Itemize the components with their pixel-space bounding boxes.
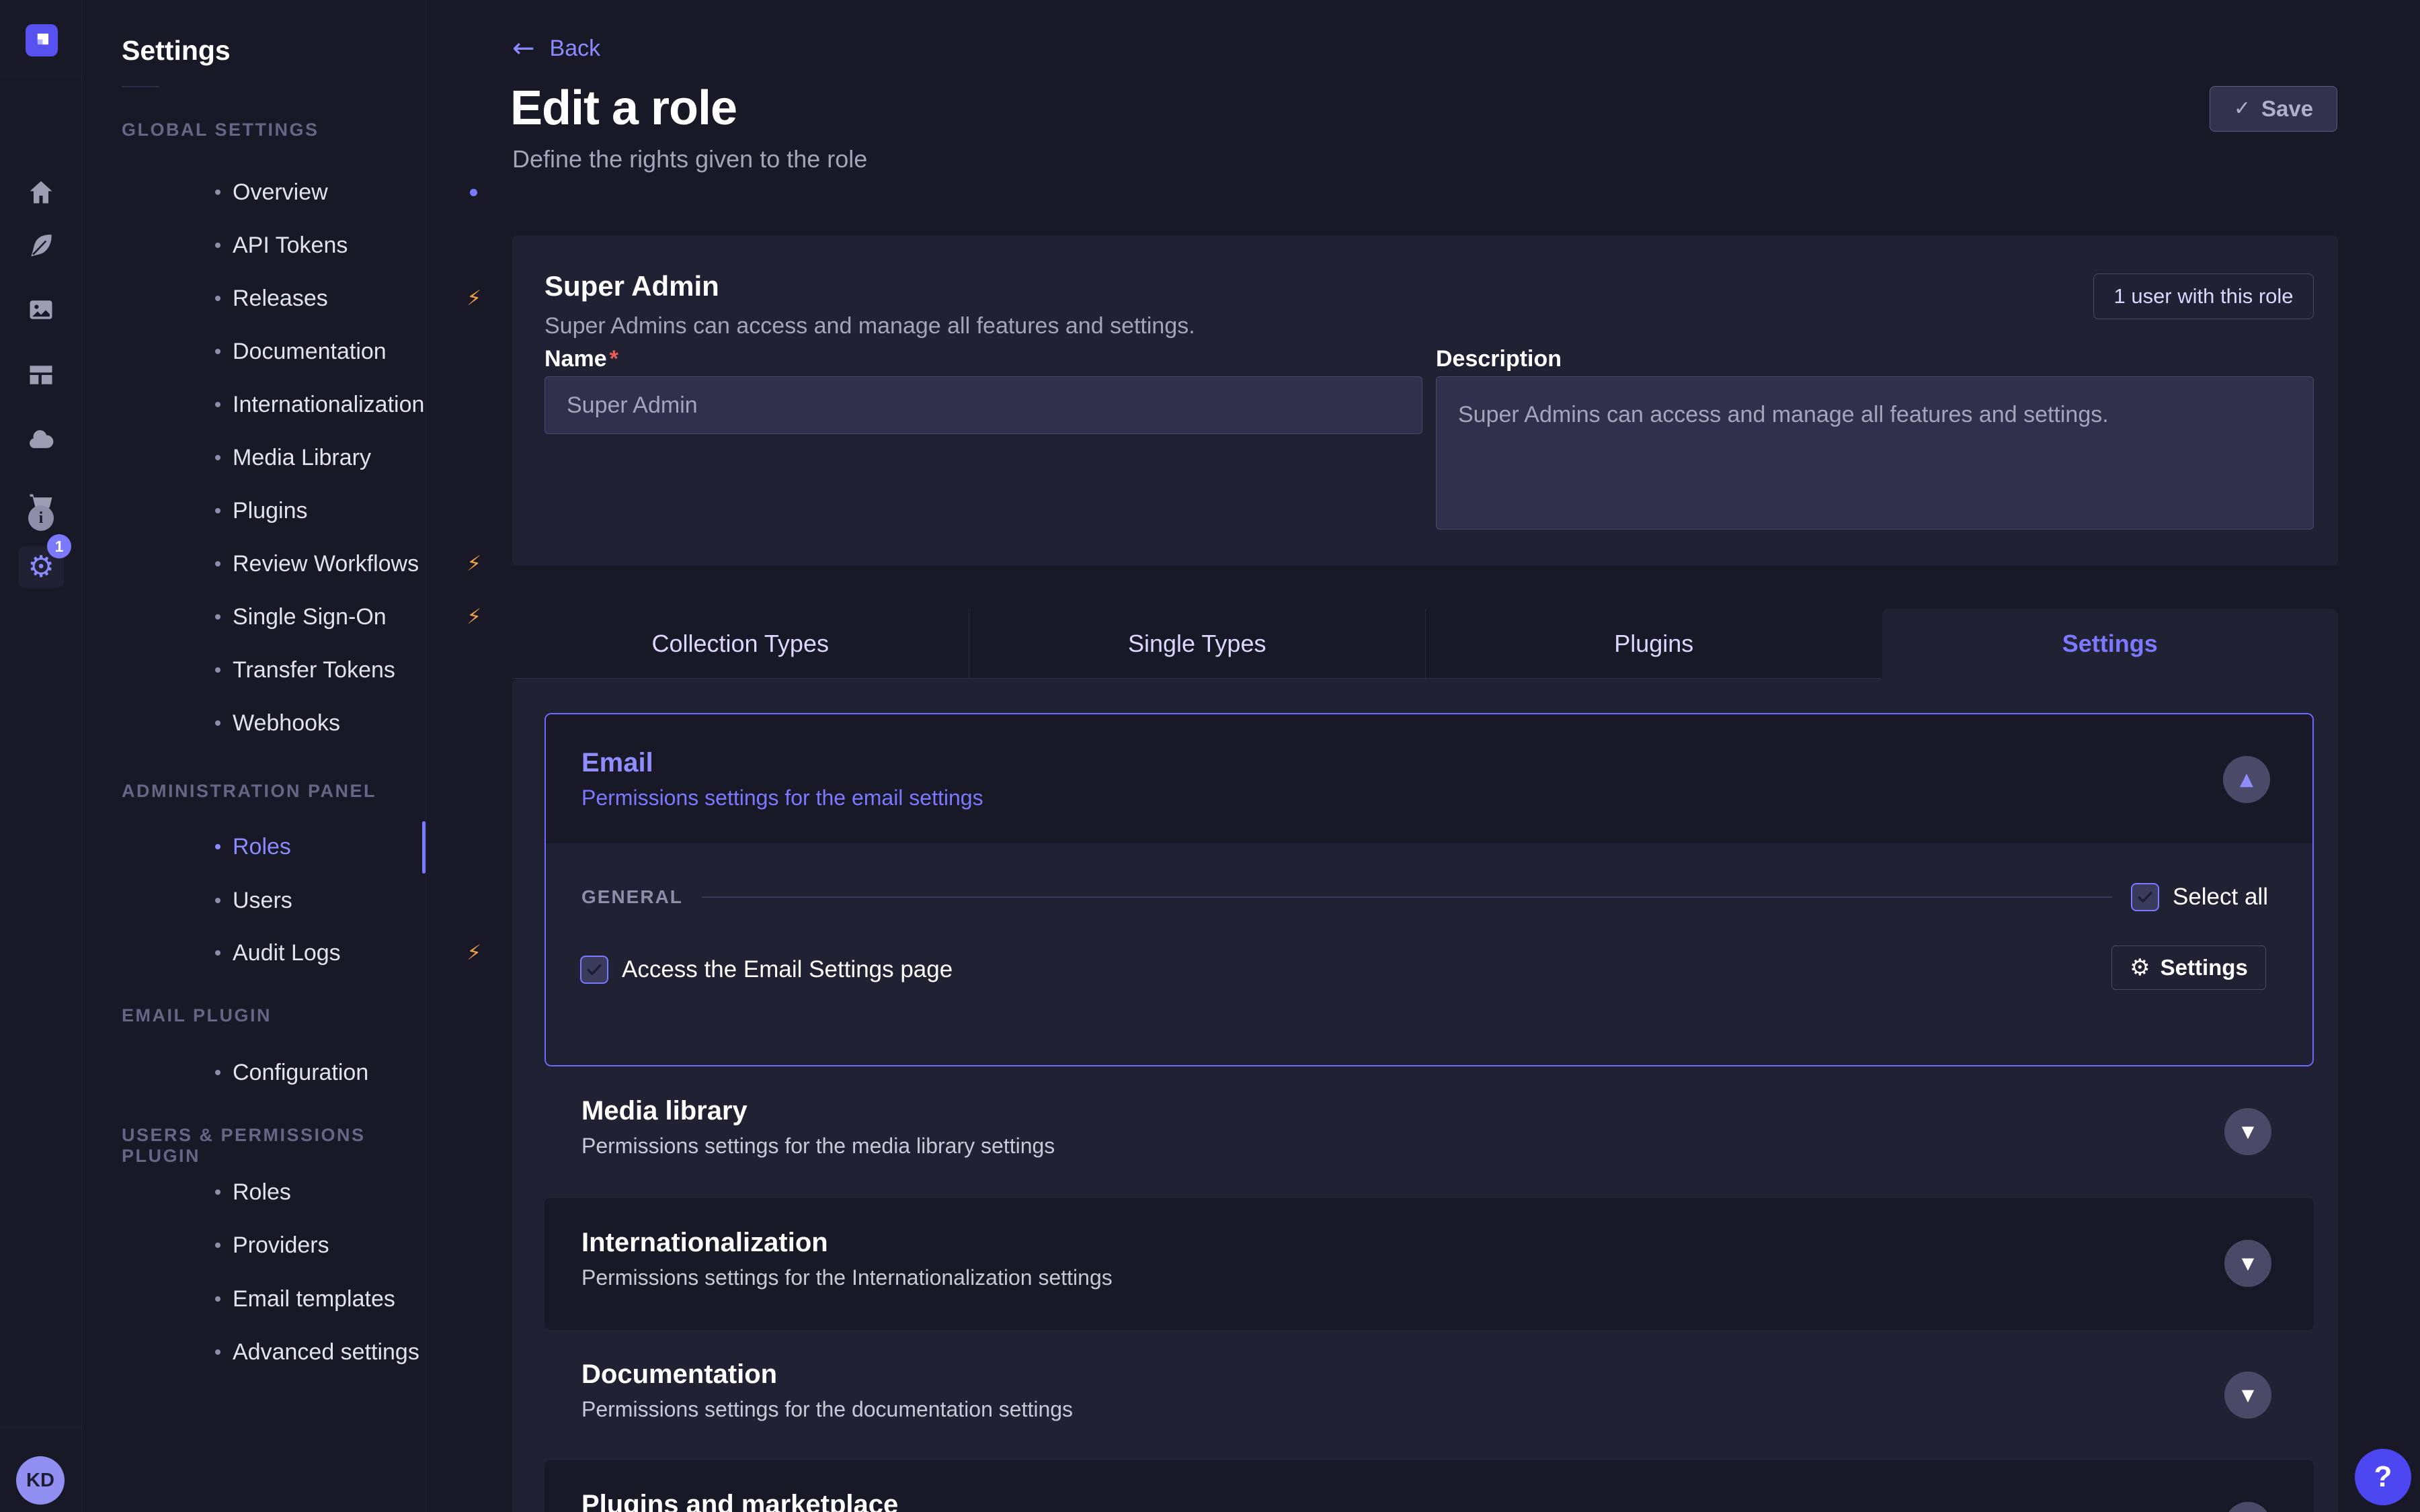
description-textarea[interactable]: Super Admins can access and manage all f… bbox=[1436, 376, 2314, 530]
bullet-icon bbox=[215, 1243, 220, 1248]
accordion-internationalization[interactable]: Internationalization Permissions setting… bbox=[544, 1198, 2314, 1330]
bullet-icon bbox=[215, 898, 220, 903]
divider bbox=[122, 86, 159, 87]
accordion-email-header[interactable]: Email Permissions settings for the email… bbox=[546, 714, 2312, 843]
info-glyph: i bbox=[28, 505, 54, 531]
accordion-documentation[interactable]: Documentation Permissions settings for t… bbox=[544, 1330, 2314, 1462]
expand-button[interactable]: ▼ bbox=[2224, 1240, 2271, 1287]
users-with-role-button[interactable]: 1 user with this role bbox=[2093, 274, 2314, 319]
name-input[interactable] bbox=[544, 376, 1422, 434]
chevron-down-icon: ▼ bbox=[2242, 1255, 2254, 1271]
content-feather-icon[interactable] bbox=[0, 229, 82, 261]
gear-icon: ⚙ bbox=[28, 552, 54, 582]
bullet-icon bbox=[215, 1070, 220, 1075]
page-title: Edit a role bbox=[510, 81, 737, 136]
media-library-icon[interactable] bbox=[0, 294, 82, 326]
question-mark-icon: ? bbox=[2374, 1460, 2392, 1494]
permissions-tabs: Collection Types Single Types Plugins Se… bbox=[512, 609, 2338, 679]
bullet-icon bbox=[215, 190, 220, 195]
divider bbox=[0, 76, 82, 77]
icon-rail: i ⚙ 1 KD bbox=[0, 0, 82, 1512]
required-marker: * bbox=[610, 346, 618, 372]
bullet-icon bbox=[215, 296, 220, 301]
gear-icon: ⚙ bbox=[2130, 956, 2150, 979]
settings-notification-badge: 1 bbox=[47, 534, 71, 558]
bullet-icon bbox=[215, 508, 220, 513]
layout-icon[interactable] bbox=[0, 359, 82, 391]
bullet-icon bbox=[215, 1349, 220, 1355]
permission-row: Access the Email Settings page bbox=[580, 954, 953, 986]
bullet-icon bbox=[215, 561, 220, 566]
email-settings-button[interactable]: ⚙ Settings bbox=[2111, 946, 2266, 990]
tab-plugins[interactable]: Plugins bbox=[1425, 609, 1882, 679]
active-item-indicator bbox=[422, 821, 426, 874]
save-button[interactable]: ✓ Save bbox=[2210, 86, 2337, 132]
info-icon[interactable]: i bbox=[0, 502, 82, 534]
bullet-icon bbox=[215, 844, 220, 849]
role-card: Super Admin Super Admins can access and … bbox=[512, 235, 2338, 566]
section-heading-users-permissions-plugin: USERS & PERMISSIONS PLUGIN bbox=[122, 1125, 426, 1167]
strapi-logo[interactable] bbox=[26, 24, 58, 56]
section-heading-email-plugin: EMAIL PLUGIN bbox=[122, 1005, 272, 1026]
accordion-email-body: GENERAL Select all Access the Email Sett… bbox=[546, 843, 2312, 1065]
general-section-row: GENERAL Select all bbox=[581, 881, 2268, 913]
back-arrow-icon: ← bbox=[512, 35, 535, 62]
main-content: ← Back Edit a role Define the rights giv… bbox=[426, 0, 2420, 1512]
collapse-button[interactable]: ▲ bbox=[2223, 756, 2270, 803]
divider bbox=[702, 896, 2112, 898]
tab-single-types[interactable]: Single Types bbox=[969, 609, 1426, 679]
expand-button[interactable]: ▼ bbox=[2224, 1502, 2271, 1512]
chevron-up-icon: ▲ bbox=[2240, 771, 2253, 788]
settings-subnav: Settings GLOBAL SETTINGS Overview API To… bbox=[82, 0, 426, 1512]
chevron-down-icon: ▼ bbox=[2242, 1124, 2254, 1140]
cloud-deploy-icon[interactable] bbox=[0, 424, 82, 456]
role-description-text: Super Admins can access and manage all f… bbox=[544, 313, 1195, 339]
access-email-settings-checkbox[interactable] bbox=[580, 956, 608, 984]
check-icon: ✓ bbox=[2234, 99, 2251, 119]
subnav-title: Settings bbox=[122, 35, 231, 67]
check-icon bbox=[584, 960, 604, 980]
bullet-icon bbox=[215, 667, 220, 673]
description-field-label: Description bbox=[1436, 346, 1562, 372]
back-link[interactable]: ← Back bbox=[512, 35, 600, 62]
expand-button[interactable]: ▼ bbox=[2224, 1108, 2271, 1155]
accordion-title: Email bbox=[581, 748, 653, 778]
settings-permissions-panel: Email Permissions settings for the email… bbox=[512, 679, 2338, 1512]
bullet-icon bbox=[215, 950, 220, 956]
general-section-label: GENERAL bbox=[581, 886, 683, 908]
bullet-icon bbox=[215, 455, 220, 460]
select-all-label: Select all bbox=[2173, 884, 2268, 911]
select-all-checkbox[interactable] bbox=[2131, 883, 2159, 911]
tab-settings[interactable]: Settings bbox=[1882, 609, 2339, 679]
bullet-icon bbox=[215, 402, 220, 407]
bullet-icon bbox=[215, 614, 220, 620]
section-heading-administration-panel: ADMINISTRATION PANEL bbox=[122, 781, 376, 802]
bullet-icon bbox=[215, 243, 220, 248]
name-field-label: Name* bbox=[544, 346, 618, 372]
check-icon bbox=[2135, 887, 2155, 907]
tab-collection-types[interactable]: Collection Types bbox=[512, 609, 969, 679]
home-icon[interactable] bbox=[0, 176, 82, 208]
bullet-icon bbox=[215, 1296, 220, 1302]
help-button[interactable]: ? bbox=[2355, 1449, 2411, 1505]
user-avatar[interactable]: KD bbox=[16, 1456, 65, 1505]
accordion-plugins-and-marketplace[interactable]: Plugins and marketplace ▼ bbox=[544, 1460, 2314, 1512]
expand-button[interactable]: ▼ bbox=[2224, 1372, 2271, 1419]
bullet-icon bbox=[215, 1189, 220, 1195]
accordion-email: Email Permissions settings for the email… bbox=[544, 713, 2314, 1066]
permission-label: Access the Email Settings page bbox=[622, 956, 953, 983]
role-name: Super Admin bbox=[544, 270, 719, 302]
strapi-logo-icon bbox=[32, 30, 52, 50]
accordion-media-library[interactable]: Media library Permissions settings for t… bbox=[544, 1066, 2314, 1198]
bullet-icon bbox=[215, 720, 220, 726]
section-heading-global-settings: GLOBAL SETTINGS bbox=[122, 120, 319, 140]
bullet-icon bbox=[215, 349, 220, 354]
page-subtitle: Define the rights given to the role bbox=[512, 145, 867, 173]
chevron-down-icon: ▼ bbox=[2242, 1387, 2254, 1403]
accordion-subtitle: Permissions settings for the email setti… bbox=[581, 786, 983, 810]
